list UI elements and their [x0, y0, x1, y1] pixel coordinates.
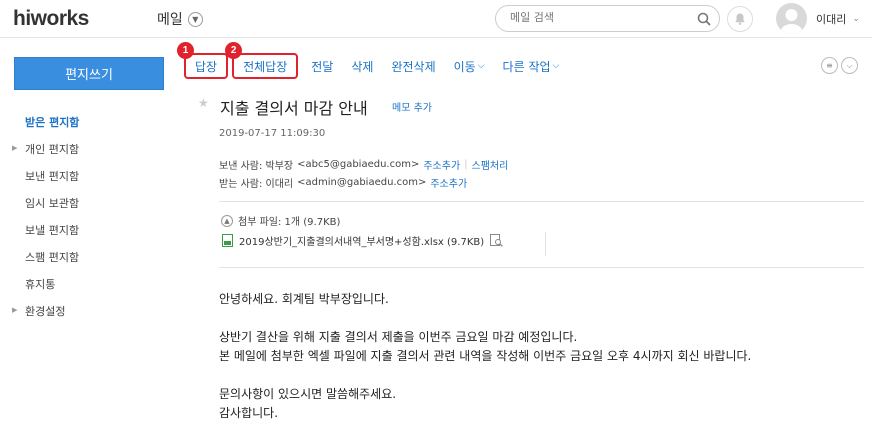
avatar[interactable] [776, 3, 807, 34]
mail-subject: 지출 결의서 마감 안내 [220, 99, 368, 118]
recipient-label: 받는 사람: 이대리 [219, 179, 294, 190]
add-contact-link[interactable]: 주소추가 [423, 157, 460, 172]
body-line: 감사합니다. [219, 406, 279, 420]
top-header: hiworks 메일 ▼ 이대리 ⌄ [0, 0, 872, 38]
step-badge-2: 2 [225, 42, 243, 59]
sender-label: 보낸 사람: 박부장 [219, 161, 294, 172]
reply-all-button[interactable]: 2 전체답장 [225, 42, 299, 79]
attachment-filename[interactable]: 2019상반기_지출결의서내역_부서명+성함.xlsx (9.7KB) [239, 233, 484, 248]
sidebar-item-drafts[interactable]: 임시 보관함 [0, 189, 180, 216]
chevron-down-icon[interactable]: ▼ [187, 11, 203, 27]
body-line: 문의사항이 있으시면 말씀해주세요. [219, 387, 397, 401]
attachment-summary: 첨부 파일: 1개 (9.7KB) [238, 217, 341, 228]
more-actions-button[interactable]: 다른 작업 ⌵ [494, 53, 569, 79]
step-badge-1: 1 [177, 42, 194, 59]
attachment-item[interactable]: 2019상반기_지출결의서내역_부서명+성함.xlsx (9.7KB) [222, 233, 503, 248]
sidebar-item-label: 환경설정 [25, 304, 66, 318]
delete-button[interactable]: 삭제 [342, 53, 382, 79]
sidebar-item-settings[interactable]: ▶ 환경설정 [0, 297, 180, 324]
recipient-row: 받는 사람: 이대리 <admin@gabiaedu.com> 주소추가 [219, 175, 467, 190]
user-menu[interactable]: 이대리 ⌄ [816, 11, 860, 27]
chevron-down-icon: ⌵ [477, 61, 485, 71]
sidebar-item-label: 임시 보관함 [25, 196, 80, 210]
list-view-icon[interactable]: ≡ [821, 57, 838, 74]
attachment-header[interactable]: ▲ 첨부 파일: 1개 (9.7KB) [221, 213, 340, 228]
mail-date: 2019-07-17 11:09:30 [219, 128, 326, 139]
spam-link[interactable]: 스팸처리 [472, 157, 509, 172]
separator: | [464, 159, 468, 170]
reply-button[interactable]: 1 답장 [177, 42, 229, 79]
sidebar-item-personal[interactable]: ▶ 개인 편지함 [0, 135, 180, 162]
compose-button[interactable]: 편지쓰기 [14, 57, 164, 90]
caret-right-icon[interactable]: ▶ [12, 306, 17, 314]
sidebar-item-sent[interactable]: 보낸 편지함 [0, 162, 180, 189]
reply-label: 답장 [195, 59, 218, 74]
sidebar-item-label: 휴지통 [25, 277, 56, 291]
sidebar-item-label: 보낸 편지함 [25, 169, 80, 183]
sidebar-item-inbox[interactable]: 받은 편지함 [0, 108, 180, 135]
app-name: 메일 [157, 12, 183, 28]
search-input[interactable] [510, 11, 690, 24]
bell-icon [735, 13, 745, 25]
divider [545, 232, 546, 256]
body-line: 안녕하세요. 회계팀 박부장입니다. [219, 292, 389, 306]
sidebar-item-spam[interactable]: 스팸 편지함 [0, 243, 180, 270]
body-line: 상반기 결산을 위해 지출 결의서 제출을 이번주 금요일 마감 예정입니다. [219, 330, 578, 344]
divider [219, 267, 864, 268]
reply-all-label: 전체답장 [243, 59, 288, 74]
sidebar-item-outbox[interactable]: 보낼 편지함 [0, 216, 180, 243]
user-name: 이대리 [816, 13, 847, 26]
sidebar-item-label: 개인 편지함 [25, 142, 80, 156]
sidebar-item-trash[interactable]: 휴지통 [0, 270, 180, 297]
chevron-down-icon: ⌄ [852, 14, 860, 24]
chevron-up-icon[interactable]: ▲ [221, 214, 233, 227]
preview-icon[interactable] [490, 234, 503, 247]
permanent-delete-button[interactable]: 완전삭제 [382, 53, 444, 79]
sender-row: 보낸 사람: 박부장 <abc5@gabiaedu.com> 주소추가 | 스팸… [219, 157, 508, 172]
sidebar-item-label: 받은 편지함 [25, 115, 80, 129]
app-switcher[interactable]: 메일 ▼ [157, 9, 203, 29]
search-icon[interactable] [696, 11, 712, 27]
divider [219, 201, 864, 202]
mail-toolbar: 1 답장 2 전체답장 전달 삭제 완전삭제 이동 ⌵ 다른 작업 ⌵ [177, 42, 569, 80]
memo-add-link[interactable]: 메모 추가 [392, 99, 432, 114]
mail-search[interactable] [495, 5, 720, 32]
notification-bell[interactable] [727, 6, 753, 32]
body-line: 본 메일에 첨부한 엑셀 파일에 지출 결의서 관련 내역을 작성해 이번주 금… [219, 349, 752, 363]
more-actions-label: 다른 작업 [502, 59, 551, 74]
chevron-down-icon: ⌵ [552, 61, 560, 71]
recipient-address: <admin@gabiaedu.com> [297, 177, 427, 188]
star-icon[interactable]: ★ [198, 96, 209, 110]
excel-file-icon [222, 234, 233, 247]
move-label: 이동 [453, 59, 476, 74]
mailbox-list: 받은 편지함 ▶ 개인 편지함 보낸 편지함 임시 보관함 보낼 편지함 스팸 편… [0, 108, 180, 324]
forward-button[interactable]: 전달 [302, 53, 342, 79]
sender-address: <abc5@gabiaedu.com> [297, 159, 420, 170]
logo-text: hiworks [13, 7, 89, 30]
sidebar-item-label: 보낼 편지함 [25, 223, 80, 237]
sidebar-item-label: 스팸 편지함 [25, 250, 80, 264]
move-button[interactable]: 이동 ⌵ [445, 53, 494, 79]
user-silhouette-icon [780, 9, 803, 34]
chevron-down-icon[interactable]: ⌵ [841, 57, 858, 74]
caret-right-icon[interactable]: ▶ [12, 144, 17, 152]
view-tools: ≡ ⌵ [821, 57, 858, 74]
add-contact-link[interactable]: 주소추가 [430, 175, 467, 190]
hiworks-logo[interactable]: hiworks [13, 7, 89, 31]
